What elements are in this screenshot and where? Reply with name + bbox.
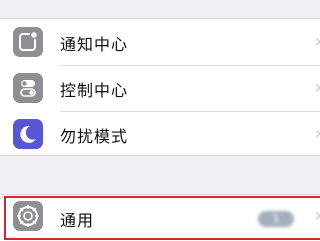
highlight-box <box>4 196 320 240</box>
do-not-disturb-label: 勿扰模式 <box>60 127 129 146</box>
control-center-label: 控制中心 <box>60 81 129 100</box>
settings-row-notification-center[interactable]: 通知中心 › <box>0 19 320 65</box>
notification-center-icon <box>13 27 43 57</box>
chevron-right-icon: › <box>315 77 320 98</box>
chevron-right-icon: › <box>315 123 320 144</box>
chevron-right-icon: › <box>315 31 320 52</box>
do-not-disturb-moon-icon <box>13 119 43 149</box>
settings-row-do-not-disturb[interactable]: 勿扰模式 › <box>0 111 320 157</box>
notification-center-label: 通知中心 <box>60 35 129 54</box>
settings-row-control-center[interactable]: 控制中心 › <box>0 65 320 111</box>
settings-group-1: 通知中心 › 控制中心 › 勿扰模式 › <box>0 18 320 156</box>
control-center-icon <box>13 73 43 103</box>
